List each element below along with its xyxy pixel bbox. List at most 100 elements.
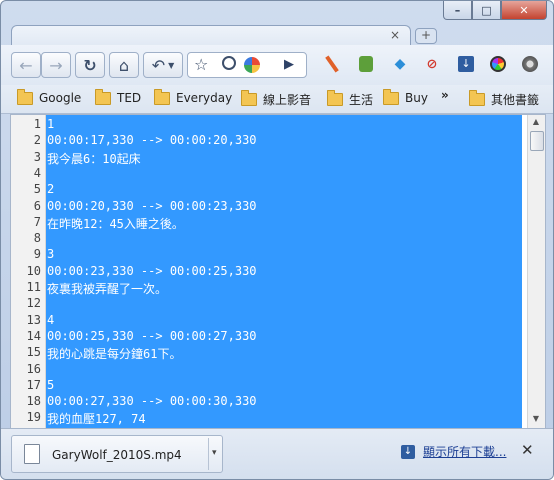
close-download-shelf-icon[interactable]: ✕ [521, 441, 534, 459]
download-extension-icon[interactable]: ↓ [457, 55, 475, 73]
bookmark-label: 其他書籤 [491, 93, 540, 107]
subtitle-line: 3 [47, 247, 55, 262]
line-number: 3 [33, 149, 41, 164]
line-number: 5 [33, 182, 41, 197]
subtitle-line: 00:00:27,330 --> 00:00:30,330 [47, 394, 257, 409]
bookmark-ted[interactable]: TED [95, 88, 142, 105]
bookmark-google[interactable]: Google [17, 88, 82, 105]
minimize-icon: – [454, 3, 461, 17]
bookmark-star-icon[interactable]: ☆ [194, 55, 208, 74]
bookmark-label: Buy [405, 91, 428, 105]
forward-button[interactable]: → [41, 52, 71, 78]
toolbar: ← → ↻ ⌂ ↶ ▼ ☆ ▶ ◆ ⊘ ↓ [1, 45, 553, 85]
line-number: 6 [33, 198, 41, 213]
bookmark-label: Google [39, 91, 82, 105]
video-file-icon [24, 444, 40, 464]
bookmark-buy[interactable]: Buy [383, 88, 428, 105]
tab-close-icon[interactable]: × [390, 28, 400, 42]
folder-icon [469, 90, 485, 106]
line-number: 18 [26, 394, 41, 409]
line-number: 8 [33, 231, 41, 246]
bookmarks-overflow-button[interactable]: » [441, 88, 449, 102]
subtitle-line: 00:00:25,330 --> 00:00:27,330 [47, 328, 257, 343]
line-number: 16 [26, 361, 41, 376]
show-all-downloads-link[interactable]: ↓ 顯示所有下載... [401, 443, 506, 460]
line-number: 7 [33, 214, 41, 229]
bookmark-label: TED [117, 91, 142, 105]
line-number: 9 [33, 247, 41, 262]
subtitle-line: 2 [47, 182, 55, 197]
tab-active[interactable]: × [11, 25, 411, 46]
line-number: 15 [26, 345, 41, 360]
folder-icon [154, 88, 170, 105]
color-wheel-extension-icon[interactable] [489, 55, 507, 73]
subtitle-line: 00:00:23,330 --> 00:00:25,330 [47, 263, 257, 278]
maximize-icon: □ [481, 3, 492, 17]
pencil-extension-icon[interactable] [323, 55, 341, 73]
subtitle-line: 1 [47, 117, 55, 131]
download-file-name: GaryWolf_2010S.mp4 [52, 448, 182, 462]
close-icon: ✕ [519, 3, 529, 17]
scroll-up-icon[interactable]: ▲ [530, 117, 542, 129]
line-number-gutter: 1 2 3 4 5 6 7 8 9 10 11 12 13 14 15 16 17 18 19 [11, 115, 46, 428]
download-shelf: GaryWolf_2010S.mp4 ▾ ↓ 顯示所有下載... ✕ [1, 428, 553, 479]
folder-icon [17, 88, 33, 105]
bookmark-online-video[interactable]: 線上影音 [241, 90, 312, 108]
line-number: 4 [33, 165, 41, 180]
reload-icon: ↻ [83, 55, 97, 75]
back-button[interactable]: ← [11, 52, 41, 78]
bookmark-label: 生活 [349, 93, 374, 107]
divider [208, 438, 209, 470]
forward-arrow-icon: → [49, 55, 63, 75]
vertical-scrollbar[interactable]: ▲ ▼ [527, 115, 545, 428]
subtitle-line: 我的心跳是每分鐘61下。 [47, 347, 182, 362]
subtitle-line: 4 [47, 312, 55, 327]
subtitle-line: 00:00:20,330 --> 00:00:23,330 [47, 198, 257, 213]
colorful-extension-icon[interactable] [244, 57, 260, 73]
window-controls: – □ ✕ [443, 1, 547, 20]
download-icon: ↓ [401, 444, 415, 459]
download-menu-arrow-icon[interactable]: ▾ [212, 448, 217, 458]
subtitle-line: 我的血壓127, 74 [47, 412, 146, 427]
omnibox[interactable]: ☆ ▶ [187, 52, 307, 78]
bookmark-life[interactable]: 生活 [327, 90, 374, 108]
home-button[interactable]: ⌂ [109, 52, 139, 78]
tab-strip: × + [1, 19, 553, 46]
subtitle-line: 夜裏我被弄醒了一次。 [47, 282, 168, 296]
line-number: 12 [26, 296, 41, 311]
reload-button[interactable]: ↻ [75, 52, 105, 78]
search-icon [222, 56, 236, 70]
scroll-down-icon[interactable]: ▼ [530, 414, 542, 426]
subtitle-line: 00:00:17,330 --> 00:00:20,330 [47, 133, 257, 148]
home-icon: ⌂ [118, 55, 130, 75]
undo-icon: ↶ [151, 55, 166, 75]
subtitle-line: 在昨晚12：45入睡之後。 [47, 216, 184, 231]
bookmarks-bar: Google TED Everyday 線上影音 生活 Buy » 其他書籤 [1, 85, 553, 114]
folder-icon [241, 90, 257, 106]
download-item[interactable]: GaryWolf_2010S.mp4 ▾ [11, 435, 223, 473]
subtitle-line: 5 [47, 377, 55, 392]
line-number: 17 [26, 377, 41, 392]
line-number: 14 [26, 328, 41, 343]
new-tab-button[interactable]: + [415, 28, 437, 44]
bookmark-everyday[interactable]: Everyday [154, 88, 232, 105]
maximize-button[interactable]: □ [472, 1, 501, 20]
line-number: 19 [26, 410, 41, 425]
line-number: 13 [26, 312, 41, 327]
dropbox-extension-icon[interactable]: ◆ [391, 55, 409, 73]
settings-extension-icon[interactable] [521, 55, 539, 73]
undo-close-tab-button[interactable]: ↶ ▼ [143, 52, 183, 78]
minimize-button[interactable]: – [443, 1, 472, 20]
folder-icon [383, 88, 399, 105]
lastpass-extension-icon[interactable]: ⊘ [423, 55, 441, 73]
line-number: 2 [33, 133, 41, 148]
bookmark-label: 線上影音 [263, 93, 312, 107]
page-content[interactable]: 1 2 3 4 5 6 7 8 9 10 11 12 13 14 15 16 17 18 19 1 00:00:17,… [10, 114, 546, 429]
scroll-thumb[interactable] [530, 131, 544, 151]
evernote-extension-icon[interactable] [357, 55, 375, 73]
selected-text-area[interactable]: 1 00:00:17,330 --> 00:00:20,330 我今晨6：10起床 2… [46, 115, 522, 428]
chevron-down-icon: ▼ [168, 60, 175, 70]
play-icon[interactable]: ▶ [284, 57, 294, 72]
close-window-button[interactable]: ✕ [501, 1, 547, 20]
other-bookmarks[interactable]: 其他書籤 [469, 90, 540, 108]
